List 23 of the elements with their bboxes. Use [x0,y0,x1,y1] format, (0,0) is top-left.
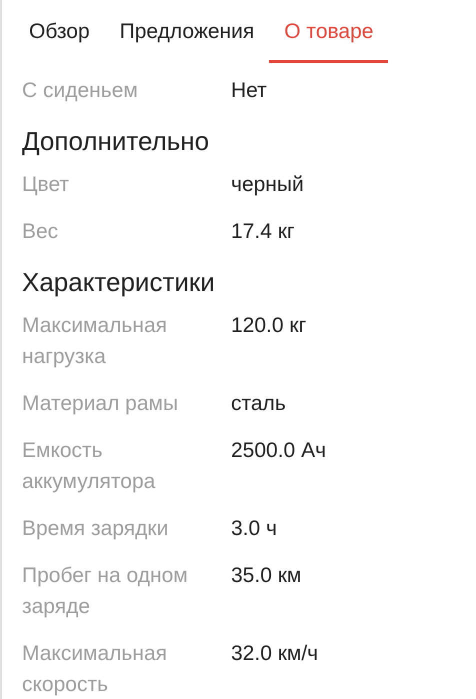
property-value: Нет [231,78,268,104]
section-heading: Характеристики [22,266,216,299]
property-label: Вес [22,219,60,245]
tab[interactable]: О товаре [269,0,388,63]
property-value: 2500.0 Ач [231,438,328,464]
property-label: Емкость аккумулятора [22,438,156,495]
property-label: Время зарядки [22,516,170,542]
tab[interactable]: Предложения [104,0,270,63]
property-value: 17.4 кг [231,219,296,245]
property-value: 35.0 км [231,563,302,589]
section-heading: Дополнительно [22,125,210,158]
property-value: сталь [231,391,287,417]
property-label: Максимальная нагрузка [22,313,168,370]
property-value: черный [231,172,305,198]
property-value: 120.0 кг [231,313,308,339]
property-label: Цвет [22,172,70,198]
property-label: С сиденьем [22,78,139,104]
property-label: Максимальная скорость [22,641,168,698]
property-value: 3.0 ч [231,516,278,542]
property-value: 32.0 км/ч [231,641,320,667]
tab[interactable]: Обзор [14,0,105,63]
property-label: Пробег на одном заряде [22,563,189,620]
property-label: Материал рамы [22,391,180,417]
